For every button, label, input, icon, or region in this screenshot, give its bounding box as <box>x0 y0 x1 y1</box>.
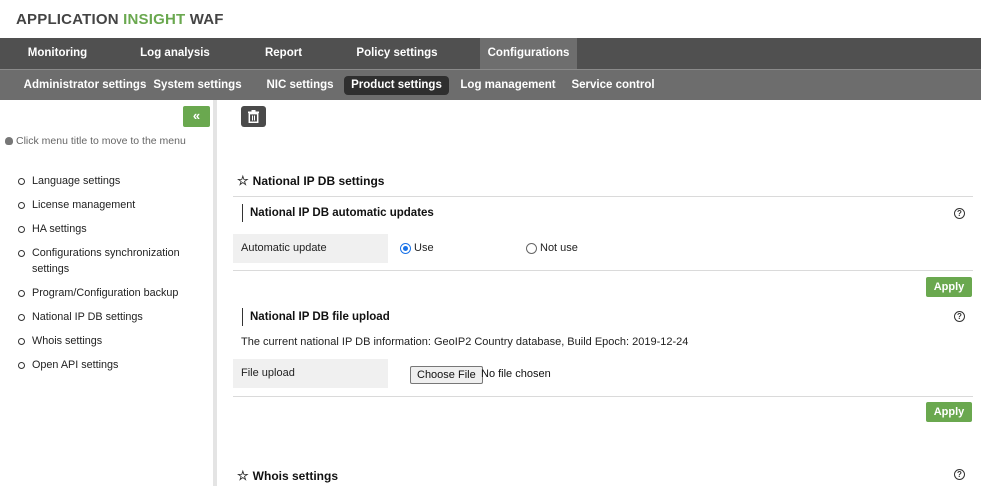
file-upload-label: File upload <box>233 359 388 388</box>
star-icon: ☆ <box>237 468 249 483</box>
brand-text-1: APPLICATION <box>16 11 124 28</box>
sidebar-item-language-settings[interactable]: Language settings <box>18 173 208 189</box>
main-content: ☆ National IP DB settings National IP DB … <box>221 100 981 486</box>
sidebar-item-label: Whois settings <box>32 335 103 347</box>
sidebar-item-open-api-settings[interactable]: Open API settings <box>18 357 208 373</box>
radio-not-use-label: Not use <box>540 242 578 254</box>
collapse-sidebar-button[interactable]: « <box>183 106 210 127</box>
choose-file-button[interactable]: Choose File <box>410 366 483 384</box>
sidebar-item-configurations-sync[interactable]: Configurations synchronization settings <box>18 245 193 277</box>
auto-update-label: Automatic update <box>233 234 388 263</box>
brand-text-3: WAF <box>185 11 224 28</box>
file-status-text: No file chosen <box>481 368 551 380</box>
divider <box>233 270 973 271</box>
bullet-icon <box>18 226 25 233</box>
radio-not-use[interactable]: Not use <box>526 242 578 254</box>
bullet-icon <box>18 202 25 209</box>
database-icon <box>5 137 13 145</box>
sidebar-item-label: Open API settings <box>32 359 119 371</box>
radio-use-label: Use <box>414 242 434 254</box>
bullet-icon <box>18 338 25 345</box>
sidebar-item-license-management[interactable]: License management <box>18 197 208 213</box>
sidebar-item-label: National IP DB settings <box>32 311 143 323</box>
sidebar-hint: Click menu title to move to the menu <box>5 135 186 147</box>
bullet-icon <box>18 290 25 297</box>
bullet-icon <box>18 178 25 185</box>
radio-use-button[interactable] <box>400 242 411 254</box>
submenu-log-management[interactable]: Log management <box>458 76 558 95</box>
menu-monitoring[interactable]: Monitoring <box>0 38 115 69</box>
whois-section-title: ☆ Whois settings <box>237 468 338 484</box>
section-title-text: National IP DB settings <box>252 174 385 188</box>
star-icon: ☆ <box>237 173 249 188</box>
menu-policy-settings[interactable]: Policy settings <box>332 38 462 69</box>
apply-button-auto-update[interactable]: Apply <box>926 277 972 297</box>
sidebar-item-label: HA settings <box>32 223 87 235</box>
sidebar: « Click menu title to move to the menu L… <box>0 100 217 486</box>
sidebar-menu-list: Language settings License management HA … <box>18 173 208 381</box>
sidebar-item-ha-settings[interactable]: HA settings <box>18 221 208 237</box>
bullet-icon <box>18 314 25 321</box>
menu-configurations[interactable]: Configurations <box>480 38 577 69</box>
radio-use[interactable]: Use <box>400 242 434 254</box>
delete-button[interactable] <box>241 106 266 127</box>
main-menu: Monitoring Log analysis Report Policy se… <box>0 38 981 69</box>
apply-button-file-upload[interactable]: Apply <box>926 402 972 422</box>
help-icon[interactable]: ? <box>954 311 965 322</box>
sidebar-item-national-ip-db[interactable]: National IP DB settings <box>18 309 208 325</box>
brand-logo: APPLICATION INSIGHT WAF <box>16 11 224 28</box>
radio-not-use-button[interactable] <box>526 242 537 254</box>
sidebar-item-program-backup[interactable]: Program/Configuration backup <box>18 285 208 301</box>
submenu-nic-settings[interactable]: NIC settings <box>260 76 340 95</box>
national-ip-db-section-title: ☆ National IP DB settings <box>237 173 384 189</box>
submenu-administrator-settings[interactable]: Administrator settings <box>20 76 150 95</box>
submenu-service-control[interactable]: Service control <box>570 76 656 95</box>
brand-text-accent: INSIGHT <box>123 11 186 28</box>
sidebar-item-label: Configurations synchronization settings <box>32 247 180 275</box>
current-db-info: The current national IP DB information: … <box>241 336 689 348</box>
trash-icon <box>248 110 259 123</box>
sidebar-hint-text: Click menu title to move to the menu <box>16 135 186 147</box>
sidebar-item-label: Program/Configuration backup <box>32 287 179 299</box>
sidebar-item-whois-settings[interactable]: Whois settings <box>18 333 208 349</box>
submenu-product-settings[interactable]: Product settings <box>344 76 449 95</box>
menu-log-analysis[interactable]: Log analysis <box>115 38 235 69</box>
submenu-system-settings[interactable]: System settings <box>150 76 245 95</box>
help-icon[interactable]: ? <box>954 469 965 480</box>
sidebar-item-label: Language settings <box>32 175 121 187</box>
sidebar-item-label: License management <box>32 199 136 211</box>
file-upload-subtitle: National IP DB file upload <box>242 308 390 326</box>
divider <box>233 196 973 197</box>
section-title-text: Whois settings <box>252 469 338 483</box>
auto-update-subtitle: National IP DB automatic updates <box>242 204 434 222</box>
sub-menu: Administrator settings System settings N… <box>0 69 981 100</box>
help-icon[interactable]: ? <box>954 208 965 219</box>
bullet-icon <box>18 250 25 257</box>
menu-report[interactable]: Report <box>235 38 332 69</box>
bullet-icon <box>18 362 25 369</box>
divider <box>233 396 973 397</box>
